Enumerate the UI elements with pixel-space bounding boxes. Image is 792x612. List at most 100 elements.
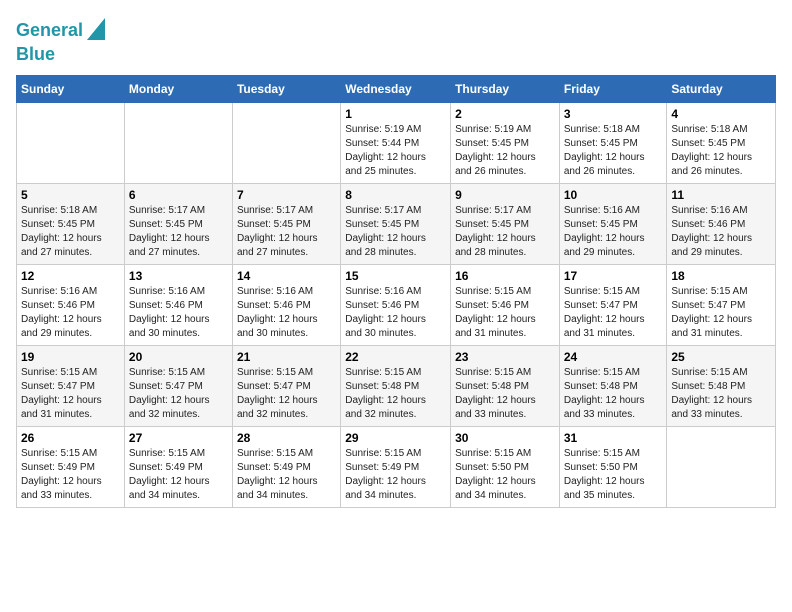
day-cell: 17 Sunrise: 5:15 AM Sunset: 5:47 PM Dayli…	[559, 264, 667, 345]
day-cell	[232, 102, 340, 183]
day-cell: 3 Sunrise: 5:18 AM Sunset: 5:45 PM Daylig…	[559, 102, 667, 183]
day-number: 31	[564, 431, 663, 445]
day-number: 14	[237, 269, 336, 283]
calendar-header-row: SundayMondayTuesdayWednesdayThursdayFrid…	[17, 75, 776, 102]
col-header-wednesday: Wednesday	[341, 75, 451, 102]
day-info: Sunrise: 5:15 AM Sunset: 5:48 PM Dayligh…	[345, 366, 446, 422]
day-info: Sunrise: 5:16 AM Sunset: 5:46 PM Dayligh…	[345, 285, 446, 341]
day-info: Sunrise: 5:15 AM Sunset: 5:49 PM Dayligh…	[237, 447, 336, 503]
day-number: 8	[345, 188, 446, 202]
col-header-friday: Friday	[559, 75, 667, 102]
day-number: 19	[21, 350, 120, 364]
day-info: Sunrise: 5:16 AM Sunset: 5:46 PM Dayligh…	[671, 204, 771, 260]
day-number: 7	[237, 188, 336, 202]
day-number: 25	[671, 350, 771, 364]
day-info: Sunrise: 5:17 AM Sunset: 5:45 PM Dayligh…	[455, 204, 555, 260]
day-cell: 18 Sunrise: 5:15 AM Sunset: 5:47 PM Dayli…	[667, 264, 776, 345]
col-header-tuesday: Tuesday	[232, 75, 340, 102]
day-number: 17	[564, 269, 663, 283]
day-info: Sunrise: 5:15 AM Sunset: 5:47 PM Dayligh…	[237, 366, 336, 422]
day-cell: 27 Sunrise: 5:15 AM Sunset: 5:49 PM Dayli…	[124, 426, 232, 507]
day-cell: 26 Sunrise: 5:15 AM Sunset: 5:49 PM Dayli…	[17, 426, 125, 507]
day-number: 10	[564, 188, 663, 202]
day-number: 5	[21, 188, 120, 202]
day-info: Sunrise: 5:16 AM Sunset: 5:45 PM Dayligh…	[564, 204, 663, 260]
day-number: 29	[345, 431, 446, 445]
col-header-thursday: Thursday	[451, 75, 560, 102]
day-info: Sunrise: 5:17 AM Sunset: 5:45 PM Dayligh…	[345, 204, 446, 260]
col-header-monday: Monday	[124, 75, 232, 102]
day-number: 20	[129, 350, 228, 364]
day-cell: 16 Sunrise: 5:15 AM Sunset: 5:46 PM Dayli…	[451, 264, 560, 345]
day-cell: 30Sunrise: 5:15 AM Sunset: 5:50 PM Dayli…	[451, 426, 560, 507]
day-info: Sunrise: 5:15 AM Sunset: 5:48 PM Dayligh…	[564, 366, 663, 422]
day-cell: 20 Sunrise: 5:15 AM Sunset: 5:47 PM Dayli…	[124, 345, 232, 426]
day-cell: 8 Sunrise: 5:17 AM Sunset: 5:45 PM Daylig…	[341, 183, 451, 264]
day-info: Sunrise: 5:15 AM Sunset: 5:50 PM Dayligh…	[564, 447, 663, 503]
logo-bird-icon	[87, 18, 105, 40]
day-cell: 11 Sunrise: 5:16 AM Sunset: 5:46 PM Dayli…	[667, 183, 776, 264]
day-info: Sunrise: 5:16 AM Sunset: 5:46 PM Dayligh…	[129, 285, 228, 341]
day-info: Sunrise: 5:15 AM Sunset: 5:48 PM Dayligh…	[455, 366, 555, 422]
day-cell: 9 Sunrise: 5:17 AM Sunset: 5:45 PM Daylig…	[451, 183, 560, 264]
col-header-sunday: Sunday	[17, 75, 125, 102]
day-info: Sunrise: 5:15 AM Sunset: 5:47 PM Dayligh…	[21, 366, 120, 422]
day-info: Sunrise: 5:18 AM Sunset: 5:45 PM Dayligh…	[671, 123, 771, 179]
day-number: 12	[21, 269, 120, 283]
day-number: 21	[237, 350, 336, 364]
day-info: Sunrise: 5:19 AM Sunset: 5:44 PM Dayligh…	[345, 123, 446, 179]
day-info: Sunrise: 5:15 AM Sunset: 5:49 PM Dayligh…	[21, 447, 120, 503]
day-number: 11	[671, 188, 771, 202]
week-row-1: 1 Sunrise: 5:19 AM Sunset: 5:44 PM Daylig…	[17, 102, 776, 183]
day-number: 26	[21, 431, 120, 445]
day-cell: 23 Sunrise: 5:15 AM Sunset: 5:48 PM Dayli…	[451, 345, 560, 426]
day-cell: 4 Sunrise: 5:18 AM Sunset: 5:45 PM Daylig…	[667, 102, 776, 183]
day-cell: 10 Sunrise: 5:16 AM Sunset: 5:45 PM Dayli…	[559, 183, 667, 264]
page-header: General Blue	[16, 16, 776, 65]
day-info: Sunrise: 5:18 AM Sunset: 5:45 PM Dayligh…	[21, 204, 120, 260]
col-header-saturday: Saturday	[667, 75, 776, 102]
day-cell	[667, 426, 776, 507]
day-cell: 28 Sunrise: 5:15 AM Sunset: 5:49 PM Dayli…	[232, 426, 340, 507]
day-number: 1	[345, 107, 446, 121]
day-info: Sunrise: 5:15 AM Sunset: 5:49 PM Dayligh…	[345, 447, 446, 503]
day-info: Sunrise: 5:17 AM Sunset: 5:45 PM Dayligh…	[129, 204, 228, 260]
day-number: 4	[671, 107, 771, 121]
day-number: 2	[455, 107, 555, 121]
logo-text: General	[16, 21, 83, 41]
day-info: Sunrise: 5:18 AM Sunset: 5:45 PM Dayligh…	[564, 123, 663, 179]
day-cell: 22 Sunrise: 5:15 AM Sunset: 5:48 PM Dayli…	[341, 345, 451, 426]
day-cell: 21 Sunrise: 5:15 AM Sunset: 5:47 PM Dayli…	[232, 345, 340, 426]
day-info: Sunrise: 5:16 AM Sunset: 5:46 PM Dayligh…	[237, 285, 336, 341]
day-number: 27	[129, 431, 228, 445]
day-cell	[17, 102, 125, 183]
day-number: 15	[345, 269, 446, 283]
day-info: Sunrise: 5:15 AM Sunset: 5:47 PM Dayligh…	[671, 285, 771, 341]
day-number: 28	[237, 431, 336, 445]
day-number: 23	[455, 350, 555, 364]
day-number: 9	[455, 188, 555, 202]
day-cell: 13 Sunrise: 5:16 AM Sunset: 5:46 PM Dayli…	[124, 264, 232, 345]
day-number: 6	[129, 188, 228, 202]
day-number: 3	[564, 107, 663, 121]
calendar-table: SundayMondayTuesdayWednesdayThursdayFrid…	[16, 75, 776, 508]
day-number: 18	[671, 269, 771, 283]
day-info: Sunrise: 5:15 AM Sunset: 5:49 PM Dayligh…	[129, 447, 228, 503]
day-cell: 6 Sunrise: 5:17 AM Sunset: 5:45 PM Daylig…	[124, 183, 232, 264]
day-number: 22	[345, 350, 446, 364]
day-info: Sunrise: 5:15 AM Sunset: 5:50 PM Dayligh…	[455, 447, 555, 503]
day-info: Sunrise: 5:15 AM Sunset: 5:47 PM Dayligh…	[129, 366, 228, 422]
day-cell	[124, 102, 232, 183]
day-cell: 12 Sunrise: 5:16 AM Sunset: 5:46 PM Dayli…	[17, 264, 125, 345]
day-number: 16	[455, 269, 555, 283]
day-info: Sunrise: 5:17 AM Sunset: 5:45 PM Dayligh…	[237, 204, 336, 260]
day-info: Sunrise: 5:19 AM Sunset: 5:45 PM Dayligh…	[455, 123, 555, 179]
day-cell: 5 Sunrise: 5:18 AM Sunset: 5:45 PM Daylig…	[17, 183, 125, 264]
week-row-5: 26 Sunrise: 5:15 AM Sunset: 5:49 PM Dayli…	[17, 426, 776, 507]
day-info: Sunrise: 5:16 AM Sunset: 5:46 PM Dayligh…	[21, 285, 120, 341]
day-info: Sunrise: 5:15 AM Sunset: 5:46 PM Dayligh…	[455, 285, 555, 341]
day-number: 13	[129, 269, 228, 283]
week-row-3: 12 Sunrise: 5:16 AM Sunset: 5:46 PM Dayli…	[17, 264, 776, 345]
day-info: Sunrise: 5:15 AM Sunset: 5:47 PM Dayligh…	[564, 285, 663, 341]
day-cell: 1 Sunrise: 5:19 AM Sunset: 5:44 PM Daylig…	[341, 102, 451, 183]
